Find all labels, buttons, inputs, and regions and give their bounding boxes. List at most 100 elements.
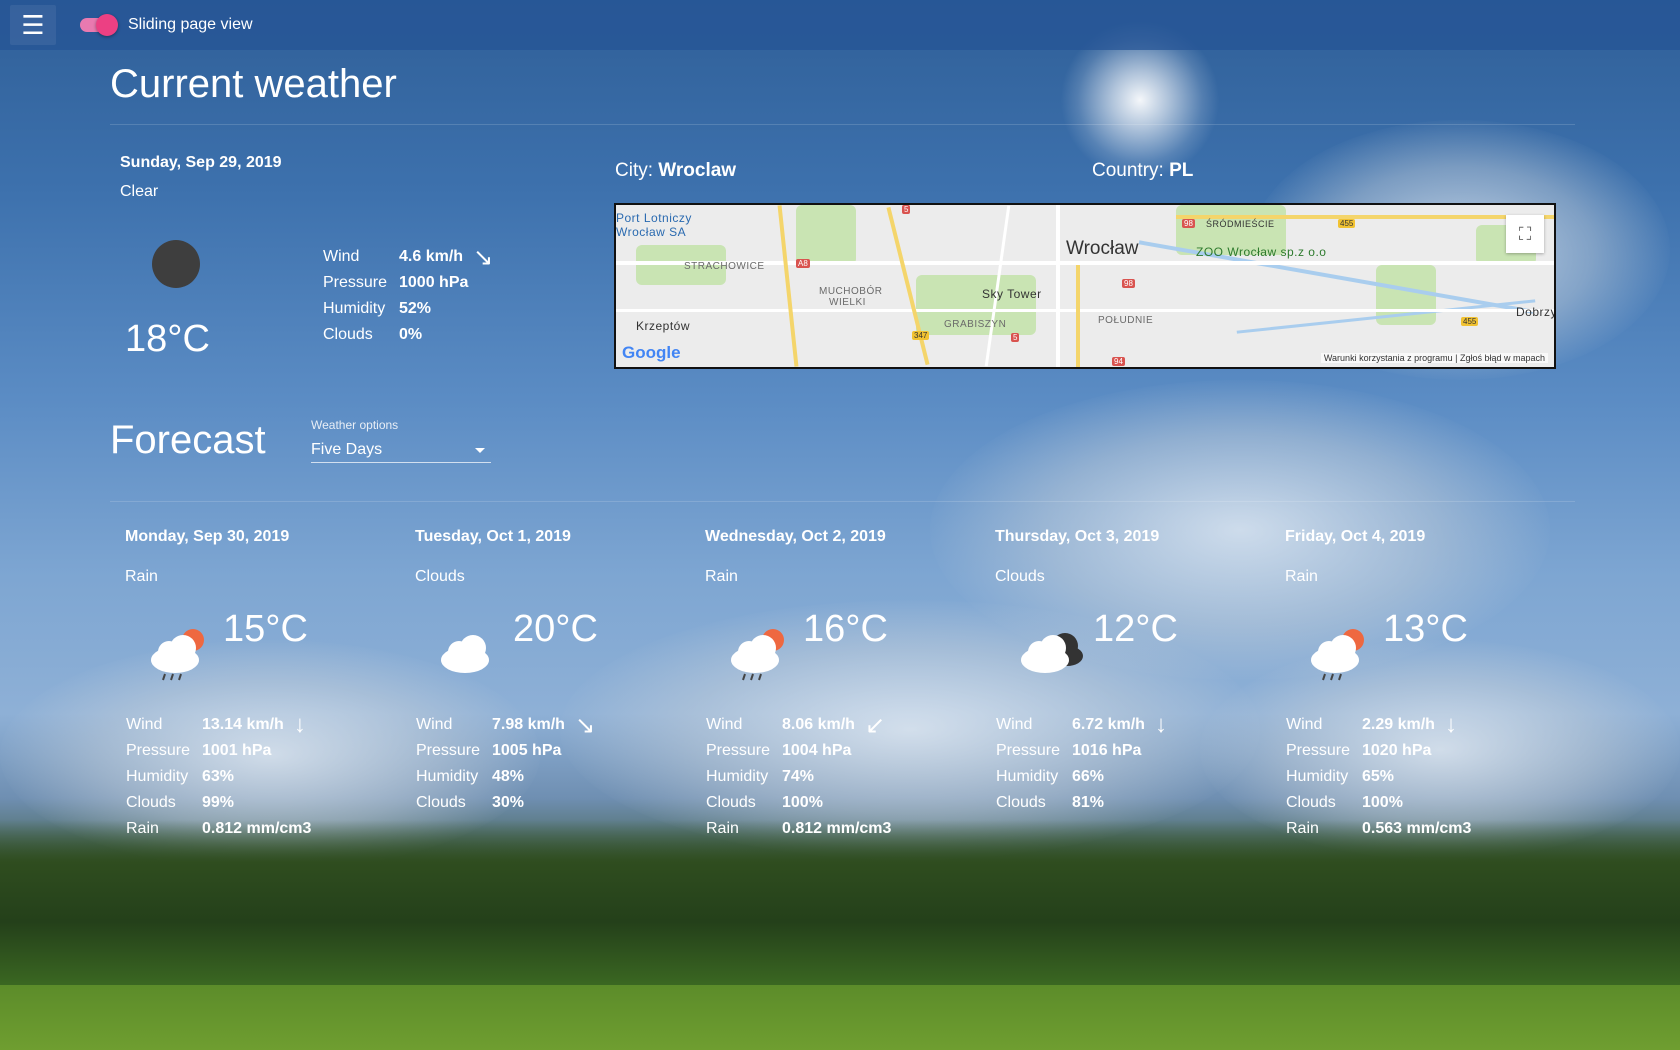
stat-row-wind: Wind 8.06 km/h ↙ bbox=[706, 712, 891, 739]
stat-value: 30% bbox=[492, 794, 525, 811]
map-label: WIELKI bbox=[829, 297, 866, 308]
road-number-badge: 94 bbox=[1112, 357, 1125, 366]
map-park bbox=[796, 205, 856, 265]
stat-label: Humidity bbox=[1286, 768, 1349, 785]
stat-label: Pressure bbox=[1286, 742, 1351, 759]
forecast-date: Wednesday, Oct 2, 2019 bbox=[705, 528, 886, 545]
toggle-knob[interactable] bbox=[96, 14, 118, 36]
forecast-date: Thursday, Oct 3, 2019 bbox=[995, 528, 1160, 545]
map-road bbox=[616, 309, 1554, 312]
forecast-temperature: 13°C bbox=[1383, 608, 1468, 650]
forecast-temperature: 20°C bbox=[513, 608, 598, 650]
map-label: Port Lotniczy bbox=[616, 211, 692, 225]
stat-row-clouds: Clouds 30% bbox=[416, 790, 595, 816]
stat-row-pressure: Pressure 1005 hPa bbox=[416, 738, 595, 764]
stat-label: Pressure bbox=[706, 742, 771, 759]
map-road bbox=[1056, 205, 1060, 367]
forecast-title: Forecast bbox=[110, 418, 266, 462]
wind-direction-icon: ↓ bbox=[1154, 711, 1167, 738]
map-label: Dobrzy bbox=[1516, 305, 1556, 319]
stat-value: 63% bbox=[202, 768, 235, 785]
forecast-temperature: 15°C bbox=[223, 608, 308, 650]
current-date: Sunday, Sep 29, 2019 bbox=[120, 154, 282, 171]
city-map[interactable]: Port Lotniczy Wrocław SA STRACHOWICE MUC… bbox=[614, 203, 1556, 369]
map-report-link[interactable]: Zgłoś błąd w mapach bbox=[1460, 353, 1545, 363]
weather-options-dropdown[interactable]: Five Days bbox=[311, 438, 491, 463]
stat-label: Wind bbox=[996, 716, 1033, 733]
city-field: City: Wroclaw bbox=[615, 160, 736, 182]
stat-value: 0% bbox=[399, 326, 423, 343]
dark-clouds-icon bbox=[1015, 620, 1095, 680]
stat-row-wind: Wind 2.29 km/h ↓ bbox=[1286, 711, 1471, 738]
forecast-description: Rain bbox=[1285, 568, 1318, 585]
stat-value: 1016 hPa bbox=[1072, 742, 1142, 759]
stat-label: Pressure bbox=[323, 274, 388, 291]
rain-sun-cloud-icon bbox=[725, 620, 805, 681]
stat-label: Wind bbox=[323, 248, 360, 265]
stat-label: Pressure bbox=[996, 742, 1061, 759]
road-number-badge: 455 bbox=[1338, 219, 1356, 228]
stat-row-wind: Wind 13.14 km/h ↓ bbox=[126, 711, 311, 738]
stat-row-humidity: Humidity 65% bbox=[1286, 764, 1471, 790]
stat-row-wind: Wind 4.6 km/h ↘ bbox=[323, 244, 493, 271]
current-description: Clear bbox=[120, 183, 159, 200]
road-number-badge: 5 bbox=[1011, 333, 1020, 342]
chevron-down-icon[interactable] bbox=[475, 447, 485, 453]
fullscreen-icon[interactable]: ⛶ bbox=[1506, 215, 1544, 253]
stat-row-pressure: Pressure 1001 hPa bbox=[126, 738, 311, 764]
weather-options-select[interactable]: Weather options Five Days bbox=[311, 418, 491, 463]
sliding-view-toggle[interactable] bbox=[80, 14, 118, 36]
divider bbox=[110, 501, 1575, 502]
current-weather-title: Current weather bbox=[110, 62, 397, 106]
rain-sun-cloud-icon bbox=[145, 620, 225, 681]
forecast-description: Rain bbox=[705, 568, 738, 585]
stat-row-wind: Wind 6.72 km/h ↓ bbox=[996, 711, 1167, 738]
country-value: PL bbox=[1169, 160, 1194, 181]
stat-value: 74% bbox=[782, 768, 815, 785]
stat-value: 81% bbox=[1072, 794, 1105, 811]
forecast-temperature: 12°C bbox=[1093, 608, 1178, 650]
forecast-stats: Wind 8.06 km/h ↙ Pressure 1004 hPa Humidity 74… bbox=[706, 712, 891, 842]
map-terms-link[interactable]: Warunki korzystania z programu bbox=[1324, 353, 1453, 363]
sliding-view-label: Sliding page view bbox=[128, 16, 253, 33]
forecast-stats: Wind 6.72 km/h ↓ Pressure 1016 hPa Humidity 66… bbox=[996, 711, 1167, 816]
map-label: POŁUDNIE bbox=[1098, 315, 1154, 326]
stat-value: 1005 hPa bbox=[492, 742, 562, 759]
hamburger-menu-icon[interactable]: ☰ bbox=[10, 5, 56, 45]
top-bar: ☰ Sliding page view bbox=[0, 0, 1680, 50]
background-grass bbox=[0, 985, 1680, 1050]
stat-value: 13.14 km/h bbox=[202, 716, 284, 733]
map-label: Krzeptów bbox=[636, 319, 691, 333]
map-highway bbox=[1076, 265, 1080, 367]
map-footer: Warunki korzystania z programu | Zgłoś b… bbox=[1320, 353, 1548, 363]
forecast-description: Clouds bbox=[415, 568, 465, 585]
weather-options-label: Weather options bbox=[311, 418, 399, 432]
stat-row-pressure: Pressure 1016 hPa bbox=[996, 738, 1167, 764]
stat-row-humidity: Humidity 52% bbox=[323, 296, 493, 322]
stat-label: Wind bbox=[1286, 716, 1323, 733]
map-label: GRABISZYN bbox=[944, 319, 1007, 330]
stat-row-wind: Wind 7.98 km/h ↘ bbox=[416, 712, 595, 739]
stat-label: Clouds bbox=[706, 794, 756, 811]
map-city-label: Wrocław bbox=[1066, 238, 1139, 259]
stat-label: Wind bbox=[706, 716, 743, 733]
road-number-badge: A8 bbox=[796, 259, 810, 268]
stat-value: 65% bbox=[1362, 768, 1395, 785]
divider bbox=[110, 124, 1575, 125]
forecast-date: Monday, Sep 30, 2019 bbox=[125, 528, 290, 545]
stat-value: 1020 hPa bbox=[1362, 742, 1432, 759]
stat-row-clouds: Clouds 81% bbox=[996, 790, 1167, 816]
stat-label: Clouds bbox=[323, 326, 373, 343]
stat-row-humidity: Humidity 66% bbox=[996, 764, 1167, 790]
map-label: STRACHOWICE bbox=[684, 261, 765, 272]
stat-row-rain: Rain 0.812 mm/cm3 bbox=[126, 816, 311, 842]
stat-value: 2.29 km/h bbox=[1362, 716, 1435, 733]
stat-label: Humidity bbox=[126, 768, 189, 785]
road-number-badge: 455 bbox=[1461, 317, 1479, 326]
forecast-stats: Wind 13.14 km/h ↓ Pressure 1001 hPa Humidity 6… bbox=[126, 711, 311, 842]
map-label: Sky Tower bbox=[982, 287, 1042, 301]
stat-value: 48% bbox=[492, 768, 525, 785]
forecast-stats: Wind 7.98 km/h ↘ Pressure 1005 hPa Humidity 48… bbox=[416, 712, 595, 816]
stat-label: Rain bbox=[1286, 820, 1319, 837]
current-temperature: 18°C bbox=[125, 318, 210, 360]
